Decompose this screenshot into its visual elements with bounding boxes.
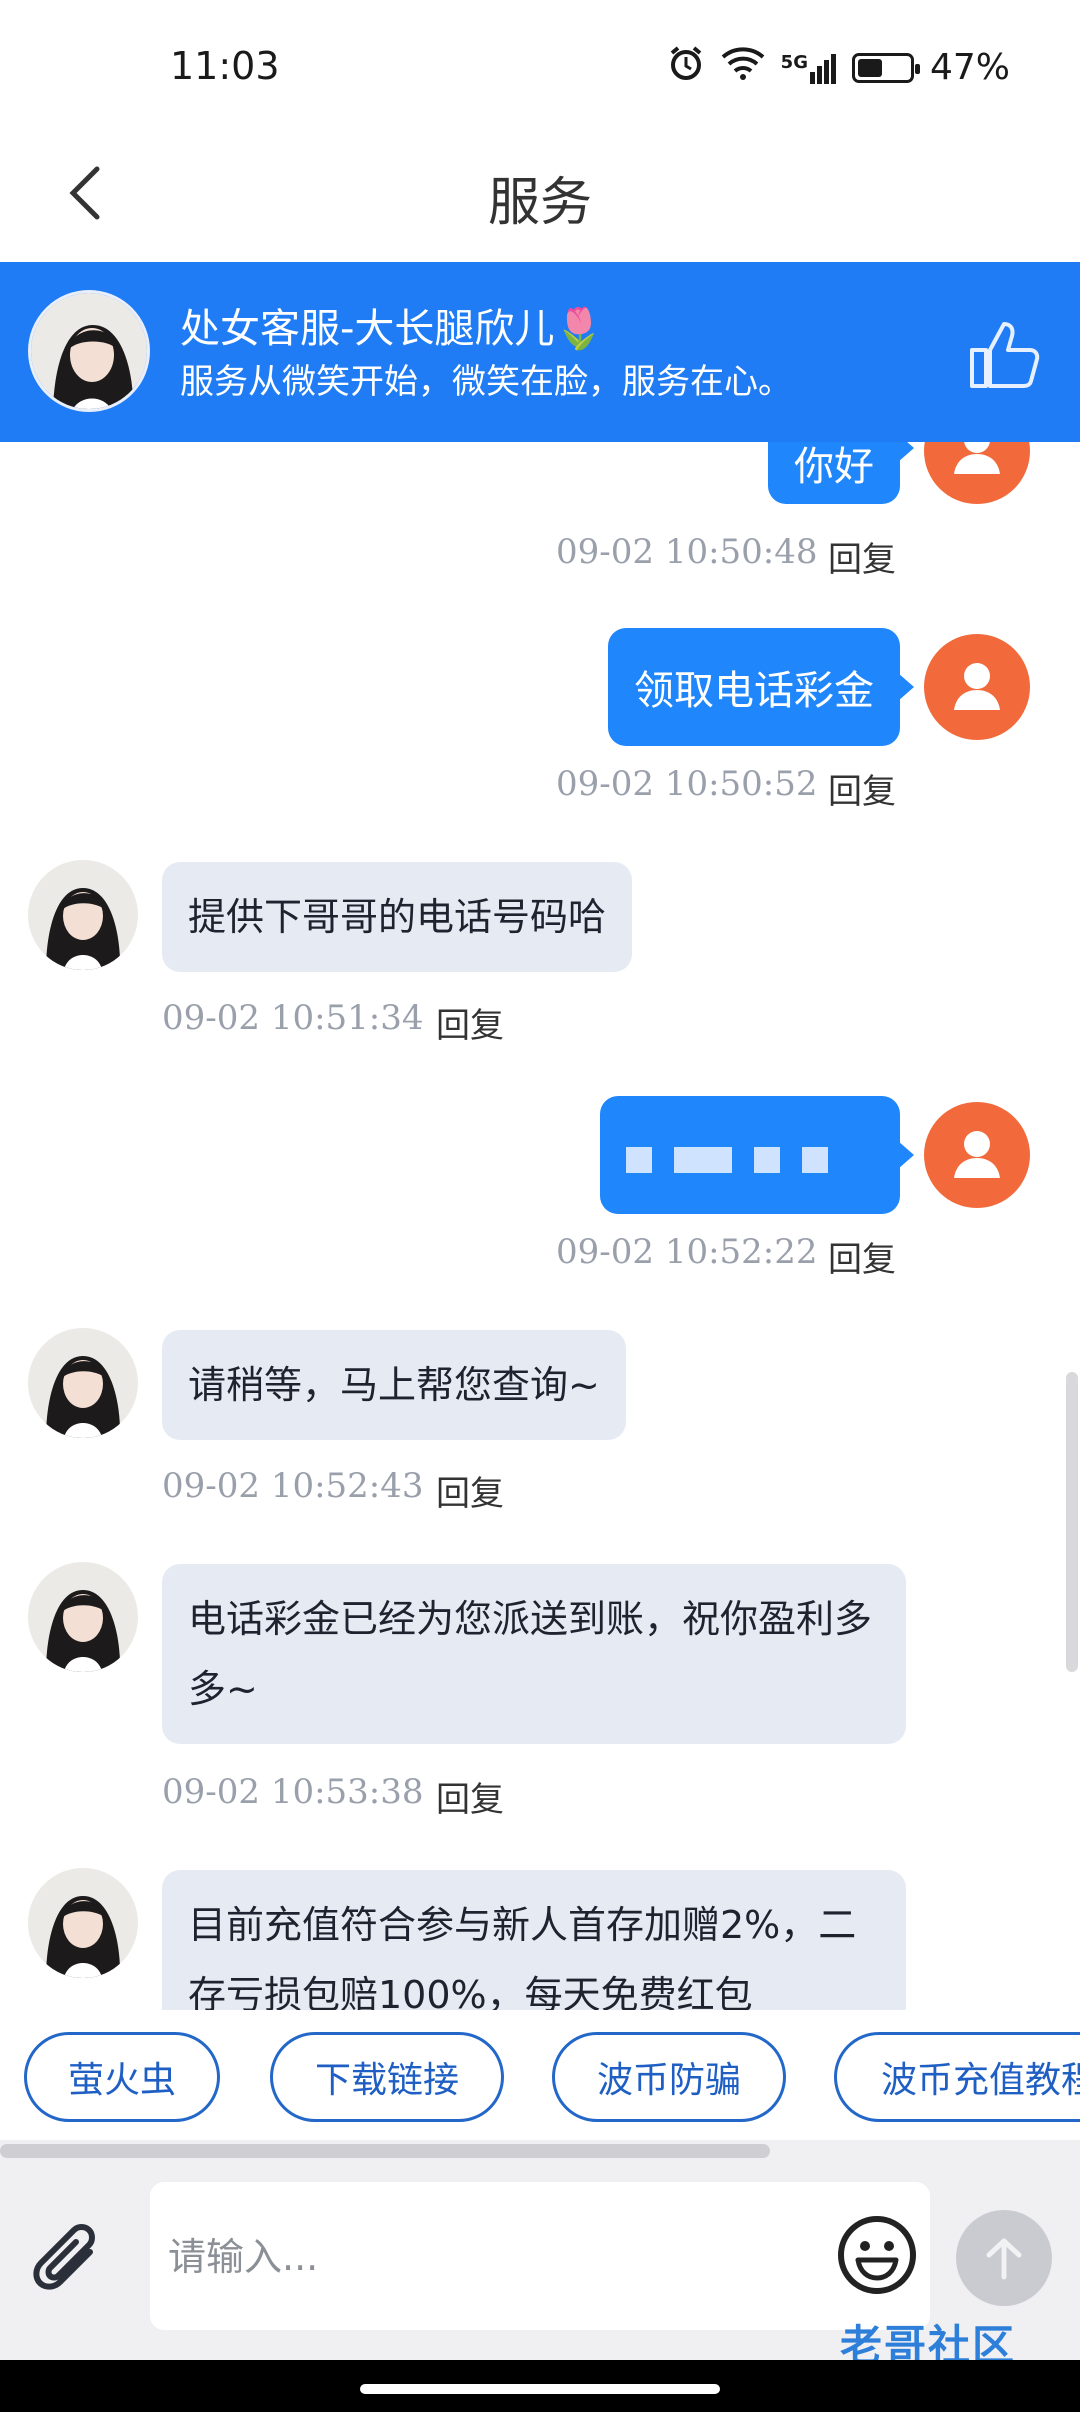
incoming-message[interactable]: 请稍等，马上帮您查询~ xyxy=(162,1330,626,1440)
thumbs-up-button[interactable] xyxy=(964,314,1044,394)
home-indicator[interactable] xyxy=(360,2384,720,2394)
battery-percent: 47% xyxy=(929,47,1010,88)
battery-fill xyxy=(857,58,882,77)
emoji-button[interactable] xyxy=(834,2212,920,2298)
reply-button[interactable]: 回复 xyxy=(828,1232,896,1281)
agent-avatar[interactable] xyxy=(28,1328,138,1438)
wifi-icon xyxy=(721,45,765,90)
status-bar: 11:03 5G 47% xyxy=(0,0,1080,130)
chat-area[interactable]: 你好 09-02 10:50:48 回复 领取电话彩金 09-02 10:50:… xyxy=(0,442,1080,2010)
message-text: 电话彩金已经为您派送到账，祝你盈利多多~ xyxy=(188,1597,873,1711)
input-placeholder: 请输入... xyxy=(168,2235,319,2279)
alarm-icon xyxy=(667,44,705,91)
agent-slogan: 服务从微笑开始，微笑在脸，服务在心。 xyxy=(180,362,792,402)
agent-avatar[interactable] xyxy=(28,860,138,970)
agent-avatar[interactable] xyxy=(28,1562,138,1672)
battery-icon xyxy=(851,52,920,83)
attach-button[interactable] xyxy=(28,2222,118,2312)
message-time: 09-02 10:53:38 xyxy=(162,1772,424,1812)
quick-reply-scrollbar[interactable] xyxy=(0,2144,770,2158)
agent-banner: 处女客服-大长腿欣儿🌷 服务从微笑开始，微笑在脸，服务在心。 xyxy=(0,262,1080,442)
message-text: 目前充值符合参与新人首存加赠2%，二存亏损包赔100%，每天免费红包 xyxy=(188,1903,857,2010)
message-time: 09-02 10:52:22 xyxy=(556,1232,818,1272)
status-icons: 5G 47% xyxy=(667,44,1010,91)
outgoing-message[interactable]: 领取电话彩金 xyxy=(608,628,914,746)
message-text: 提供下哥哥的电话号码哈 xyxy=(188,895,607,939)
message-text: 领取电话彩金 xyxy=(634,668,874,714)
outgoing-message-redacted[interactable] xyxy=(600,1096,914,1214)
message-text: 你好 xyxy=(794,444,874,490)
user-avatar xyxy=(924,634,1030,740)
reply-button[interactable]: 回复 xyxy=(436,1772,504,1821)
incoming-message[interactable]: 电话彩金已经为您派送到账，祝你盈利多多~ xyxy=(162,1564,906,1744)
system-navigation-bar xyxy=(0,2360,1080,2412)
message-time: 09-02 10:51:34 xyxy=(162,998,424,1038)
reply-button[interactable]: 回复 xyxy=(828,764,896,813)
page-title: 服务 xyxy=(487,173,592,233)
message-text: 请稍等，马上帮您查询~ xyxy=(188,1363,600,1407)
user-icon xyxy=(954,1131,1000,1178)
send-button[interactable] xyxy=(956,2210,1052,2306)
quick-reply-chip[interactable]: 波币防骗 xyxy=(552,2032,786,2122)
message-time: 09-02 10:50:52 xyxy=(556,764,818,804)
quick-reply-chip[interactable]: 下载链接 xyxy=(270,2032,504,2122)
message-time: 09-02 10:50:48 xyxy=(556,532,818,572)
smiley-icon xyxy=(838,2216,916,2294)
chat-scrollbar[interactable] xyxy=(1064,442,1080,2010)
reply-button[interactable]: 回复 xyxy=(436,1466,504,1515)
status-time: 11:03 xyxy=(170,44,280,88)
chat-scrollbar-thumb[interactable] xyxy=(1066,1372,1078,1672)
quick-reply-chip[interactable]: 波币充值教程 xyxy=(834,2032,1080,2122)
network-type: 5G xyxy=(780,51,808,73)
redacted-text xyxy=(626,1137,828,1173)
arrow-up-icon xyxy=(986,2238,1022,2280)
message-time: 09-02 10:52:43 xyxy=(162,1466,424,1506)
incoming-message[interactable]: 目前充值符合参与新人首存加赠2%，二存亏损包赔100%，每天免费红包 xyxy=(162,1870,906,2010)
thumbs-up-icon xyxy=(970,322,1040,388)
paperclip-icon xyxy=(33,2224,95,2290)
user-avatar xyxy=(924,1102,1030,1208)
nav-bar: 服务 xyxy=(0,130,1080,262)
quick-reply-chip[interactable]: 萤火虫 xyxy=(24,2032,220,2122)
outgoing-message[interactable]: 你好 xyxy=(768,442,914,504)
reply-button[interactable]: 回复 xyxy=(436,998,504,1047)
user-avatar xyxy=(924,442,1030,504)
user-icon xyxy=(954,663,1000,710)
agent-avatar[interactable] xyxy=(28,1868,138,1978)
reply-button[interactable]: 回复 xyxy=(828,532,896,581)
incoming-message[interactable]: 提供下哥哥的电话号码哈 xyxy=(162,862,633,972)
agent-name: 处女客服-大长腿欣儿🌷 xyxy=(180,306,605,352)
cellular-signal-icon: 5G xyxy=(781,52,836,84)
quick-reply-bar[interactable]: 萤火虫 下载链接 波币防骗 波币充值教程 xyxy=(0,2010,1080,2140)
agent-avatar[interactable] xyxy=(28,290,150,412)
user-icon xyxy=(954,442,1000,474)
message-input[interactable]: 请输入... xyxy=(150,2182,930,2330)
